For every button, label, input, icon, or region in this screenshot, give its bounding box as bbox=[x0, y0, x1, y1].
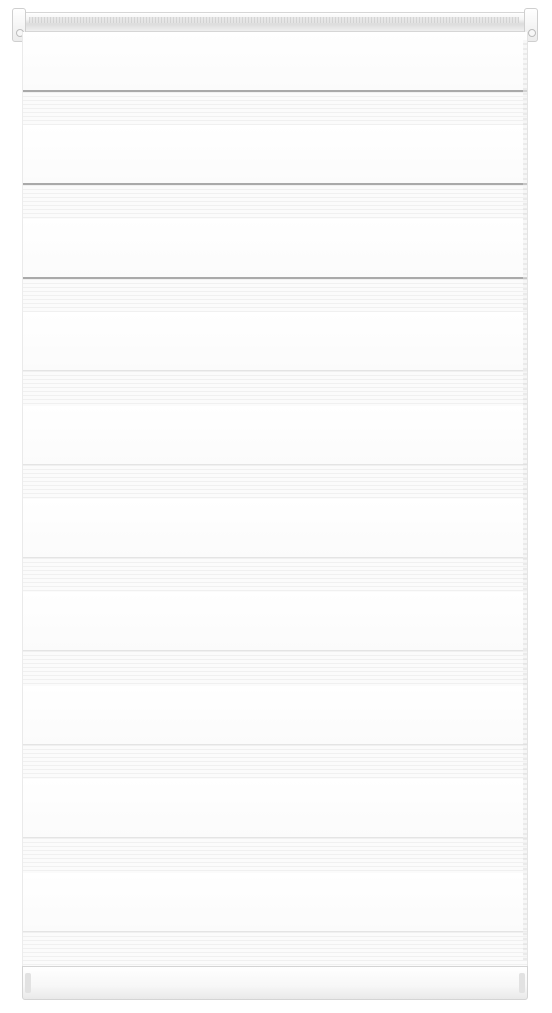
blind-fabric bbox=[22, 32, 528, 967]
sheer-stripe bbox=[23, 557, 527, 594]
opaque-stripe bbox=[23, 779, 527, 839]
roller-tube bbox=[20, 12, 528, 32]
sheer-stripe bbox=[23, 90, 527, 128]
opaque-stripe bbox=[23, 218, 527, 278]
product-image bbox=[0, 0, 552, 1013]
opaque-stripe bbox=[23, 32, 527, 91]
opaque-stripe bbox=[23, 499, 527, 558]
sheer-stripe bbox=[23, 650, 527, 687]
opaque-stripe bbox=[23, 312, 527, 372]
sheer-stripe bbox=[23, 930, 527, 967]
opaque-stripe bbox=[23, 125, 527, 185]
sheer-stripe bbox=[23, 743, 527, 781]
rolled-fabric bbox=[29, 17, 519, 23]
sheer-stripe bbox=[23, 183, 527, 221]
bottom-rail bbox=[22, 966, 528, 1000]
sheer-stripe bbox=[23, 837, 527, 874]
sheer-stripe bbox=[23, 370, 527, 407]
opaque-stripe bbox=[23, 405, 527, 465]
opaque-stripe bbox=[23, 592, 527, 652]
opaque-stripe bbox=[23, 872, 527, 932]
rail-end-cap-right bbox=[519, 973, 525, 993]
sheer-stripe bbox=[23, 463, 527, 500]
rail-end-cap-left bbox=[25, 973, 31, 993]
sheer-stripe bbox=[23, 276, 527, 315]
operating-chain bbox=[523, 40, 527, 960]
opaque-stripe bbox=[23, 685, 527, 745]
